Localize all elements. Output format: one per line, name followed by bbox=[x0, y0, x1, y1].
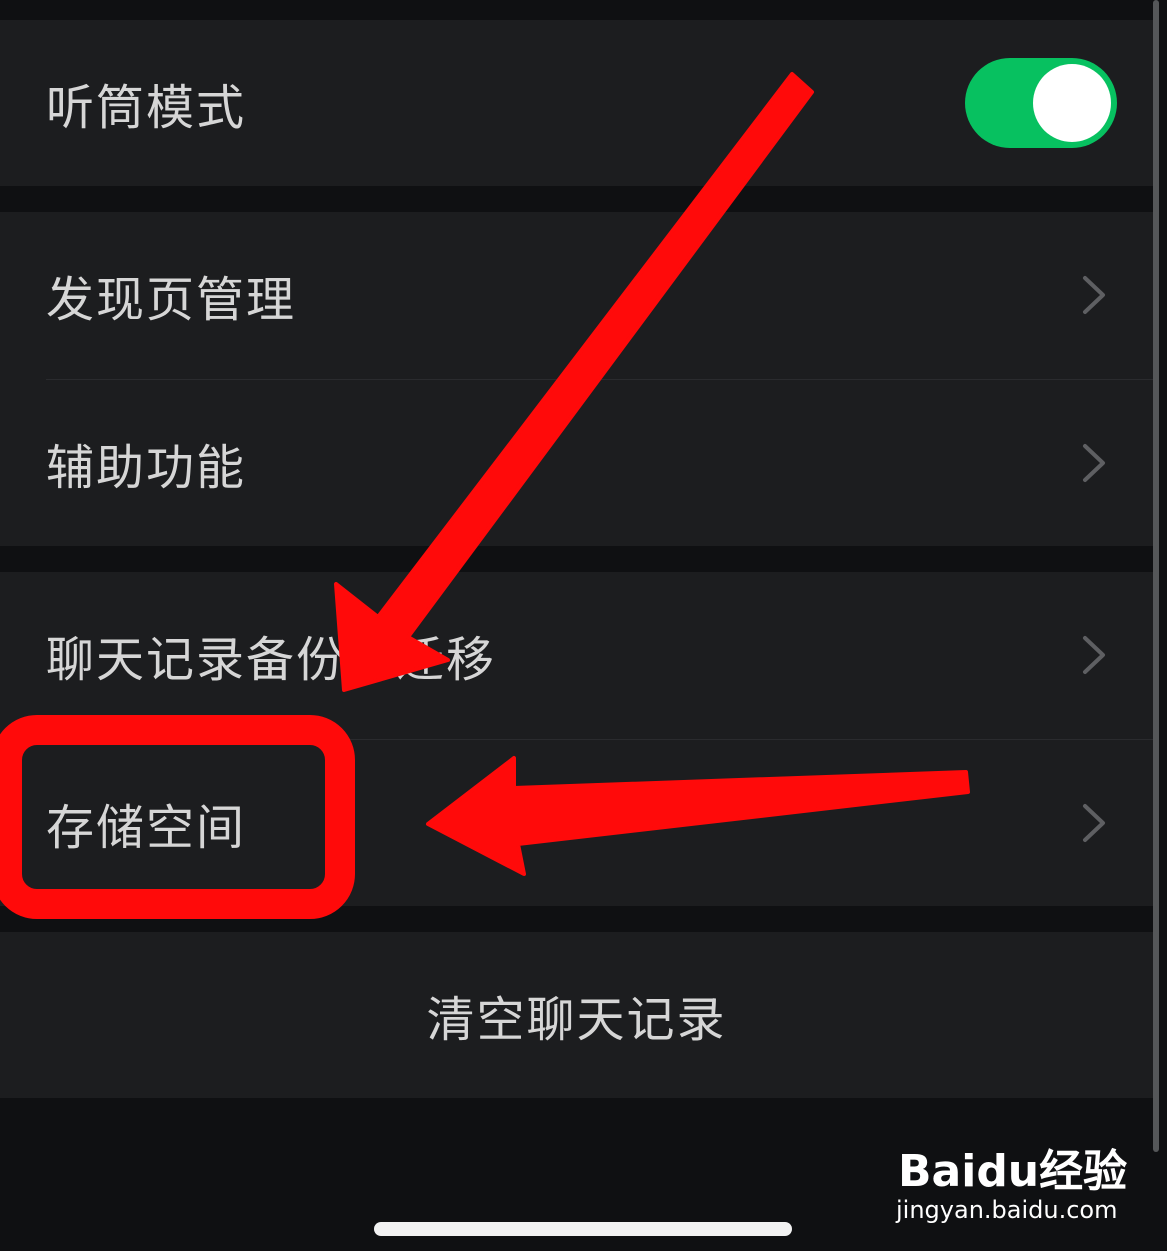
discover-page-label: 发现页管理 bbox=[46, 272, 297, 328]
earpiece-mode-toggle[interactable] bbox=[965, 58, 1117, 148]
clear-history-button[interactable]: 清空聊天记录 bbox=[0, 932, 1153, 1098]
clear-history-label: 清空聊天记录 bbox=[426, 992, 727, 1048]
chevron-right-icon bbox=[1083, 804, 1105, 842]
row-discover-page[interactable]: 发现页管理 bbox=[0, 212, 1153, 378]
storage-label: 存储空间 bbox=[46, 800, 247, 856]
group-clear: 清空聊天记录 bbox=[0, 932, 1153, 1098]
group-earpiece: 听筒模式 bbox=[0, 20, 1153, 186]
chevron-right-icon bbox=[1083, 444, 1105, 482]
paw-icon: du bbox=[976, 1146, 1040, 1197]
earpiece-mode-label: 听筒模式 bbox=[46, 80, 247, 136]
group-data: 聊天记录备份与迁移 存储空间 bbox=[0, 572, 1153, 906]
group-features: 发现页管理 辅助功能 bbox=[0, 212, 1153, 546]
scrollbar[interactable] bbox=[1153, 0, 1159, 1152]
chevron-right-icon bbox=[1083, 276, 1105, 314]
toggle-knob bbox=[1033, 64, 1111, 142]
row-storage[interactable]: 存储空间 bbox=[0, 740, 1153, 906]
home-indicator[interactable] bbox=[374, 1222, 792, 1236]
row-accessibility[interactable]: 辅助功能 bbox=[0, 380, 1153, 546]
chevron-right-icon bbox=[1083, 636, 1105, 674]
watermark-url: jingyan.baidu.com bbox=[896, 1196, 1118, 1224]
baidu-jingyan-logo: Baidu经验 bbox=[898, 1146, 1128, 1197]
row-earpiece-mode[interactable]: 听筒模式 bbox=[0, 20, 1153, 186]
row-chat-backup[interactable]: 聊天记录备份与迁移 bbox=[0, 572, 1153, 738]
settings-screen: 听筒模式 发现页管理 辅助功能 聊天记录备份与迁移 存储空间 清空聊天记录 Ba… bbox=[0, 0, 1167, 1251]
chat-backup-label: 聊天记录备份与迁移 bbox=[46, 632, 497, 688]
accessibility-label: 辅助功能 bbox=[46, 440, 247, 496]
